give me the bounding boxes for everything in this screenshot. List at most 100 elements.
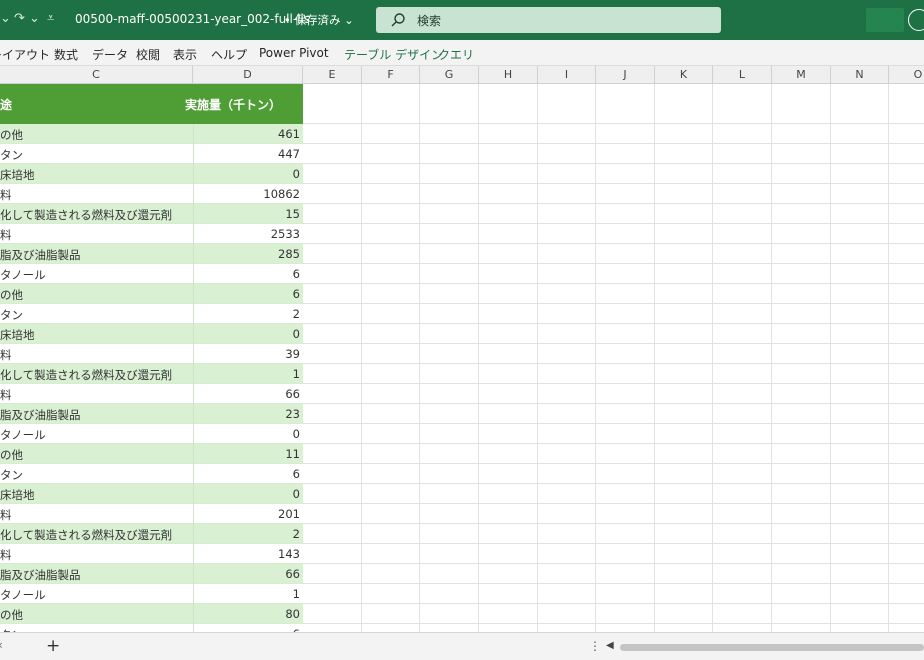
column-header-m[interactable]: M (772, 66, 831, 84)
ribbon-tab[interactable]: ヘルプ (211, 46, 247, 63)
cell-use-category[interactable]: 料 (0, 227, 12, 243)
table-row[interactable]: タン6 (0, 624, 303, 632)
cell-use-category[interactable]: タン (0, 147, 23, 163)
header-cell-d[interactable]: 実施量（千トン） (185, 96, 281, 113)
cell-amount[interactable]: 6 (293, 467, 300, 481)
table-row[interactable]: タノール 1 (0, 584, 303, 604)
table-row[interactable]: タン 447 (0, 144, 303, 164)
cell-use-category[interactable]: タノール (0, 427, 46, 443)
column-header-d[interactable]: D (193, 66, 303, 84)
column-header-n[interactable]: N (831, 66, 889, 84)
ribbon-tab[interactable]: データ (92, 46, 128, 63)
table-row[interactable]: の他 461 (0, 124, 303, 144)
cell-use-category[interactable]: タノール (0, 267, 46, 283)
ribbon-tab[interactable]: Power Pivot (259, 46, 329, 60)
cell-use-category[interactable]: の他 (0, 287, 23, 303)
add-sheet-button[interactable]: + (46, 636, 60, 656)
table-row[interactable]: タノール 6 (0, 264, 303, 284)
cell-amount[interactable]: 2 (293, 527, 300, 541)
cell-amount[interactable]: 66 (285, 567, 300, 581)
cell-amount[interactable]: 2 (293, 307, 300, 321)
cell-amount[interactable]: 0 (293, 487, 300, 501)
table-row[interactable]: の他 11 (0, 444, 303, 464)
cell-use-category[interactable]: 料 (0, 507, 12, 523)
cell-amount[interactable]: 0 (293, 167, 300, 181)
ribbon-tab[interactable]: 校閲 (136, 46, 160, 63)
cell-use-category[interactable]: 化して製造される燃料及び還元剤 (0, 527, 172, 543)
cell-use-category[interactable]: の他 (0, 127, 23, 143)
cell-use-category[interactable]: 脂及び油脂製品 (0, 407, 81, 423)
redo-icon[interactable]: ↷ ⌄ (14, 11, 40, 26)
cell-amount[interactable]: 66 (285, 387, 300, 401)
cell-use-category[interactable]: 化して製造される燃料及び還元剤 (0, 207, 172, 223)
share-button[interactable] (866, 8, 904, 32)
table-row[interactable]: 料 201 (0, 504, 303, 524)
table-row[interactable]: 料 66 (0, 384, 303, 404)
spreadsheet-grid[interactable]: 途 実施量（千トン） の他 461 タン 447 床培地 0 料 10862 化して製造される燃… (0, 84, 924, 632)
table-row[interactable]: タン 2 (0, 304, 303, 324)
cell-use-category[interactable]: 床培地 (0, 487, 35, 503)
column-header-h[interactable]: H (479, 66, 538, 84)
save-status[interactable]: • 保存済み ⌄ (284, 12, 354, 28)
column-header-i[interactable]: I (538, 66, 596, 84)
cell-amount[interactable]: 2533 (271, 227, 300, 241)
cell-amount[interactable]: 11 (285, 447, 300, 461)
cell-amount[interactable]: 1 (293, 367, 300, 381)
cell-use-category[interactable]: 化して製造される燃料及び還元剤 (0, 367, 172, 383)
search-box[interactable]: 検索 (376, 7, 721, 33)
table-row[interactable]: 化して製造される燃料及び還元剤 2 (0, 524, 303, 544)
column-header-c[interactable]: C (0, 66, 193, 84)
cell-amount[interactable]: 461 (278, 127, 300, 141)
cell-use-category[interactable]: 料 (0, 387, 12, 403)
table-row[interactable]: の他 80 (0, 604, 303, 624)
cell-use-category[interactable]: 料 (0, 187, 12, 203)
cell-use-category[interactable]: タノール (0, 587, 46, 603)
ribbon-tab[interactable]: 表示 (173, 46, 197, 63)
cell-amount[interactable]: 0 (293, 427, 300, 441)
ribbon-tab[interactable]: 数式 (54, 46, 78, 63)
table-row[interactable]: 床培地 0 (0, 324, 303, 344)
table-row[interactable]: 料 143 (0, 544, 303, 564)
column-header-o[interactable]: O (889, 66, 924, 84)
table-row[interactable]: タノール 0 (0, 424, 303, 444)
profile-icon[interactable] (908, 9, 924, 31)
cell-amount[interactable]: 6 (293, 287, 300, 301)
cell-use-category[interactable]: の他 (0, 447, 23, 463)
table-row[interactable]: 脂及び油脂製品 285 (0, 244, 303, 264)
ribbon-tab[interactable]: レイアウト (0, 46, 50, 63)
cell-use-category[interactable]: 料 (0, 547, 12, 563)
table-row[interactable]: 料 10862 (0, 184, 303, 204)
cell-amount[interactable]: 39 (285, 347, 300, 361)
table-row[interactable]: 床培地 0 (0, 484, 303, 504)
cell-use-category[interactable]: 脂及び油脂製品 (0, 247, 81, 263)
cell-use-category[interactable]: タン (0, 307, 23, 323)
table-row[interactable]: 床培地 0 (0, 164, 303, 184)
table-row[interactable]: 脂及び油脂製品 66 (0, 564, 303, 584)
cell-use-category[interactable]: 床培地 (0, 327, 35, 343)
cell-amount[interactable]: 143 (278, 547, 300, 561)
cell-amount[interactable]: 80 (285, 607, 300, 621)
column-header-e[interactable]: E (303, 66, 362, 84)
cell-amount[interactable]: 10862 (263, 187, 300, 201)
cell-amount[interactable]: 1 (293, 587, 300, 601)
table-row[interactable]: の他 6 (0, 284, 303, 304)
cell-amount[interactable]: 23 (285, 407, 300, 421)
ribbon-context-tab[interactable]: テーブル デザイン (344, 46, 443, 63)
cell-use-category[interactable]: 脂及び油脂製品 (0, 567, 81, 583)
column-header-g[interactable]: G (420, 66, 479, 84)
cell-amount[interactable]: 6 (293, 267, 300, 281)
cell-amount[interactable]: 15 (285, 207, 300, 221)
table-row[interactable]: 料 2533 (0, 224, 303, 244)
cell-amount[interactable]: 0 (293, 327, 300, 341)
table-row[interactable]: 料 39 (0, 344, 303, 364)
cell-use-category[interactable]: の他 (0, 607, 23, 623)
sheet-scroll-left-icon[interactable]: ‹ (0, 638, 3, 652)
column-header-k[interactable]: K (655, 66, 713, 84)
table-row[interactable]: 化して製造される燃料及び還元剤 1 (0, 364, 303, 384)
table-row[interactable]: 化して製造される燃料及び還元剤 15 (0, 204, 303, 224)
cell-use-category[interactable]: 料 (0, 347, 12, 363)
cell-amount[interactable]: 447 (278, 147, 300, 161)
quick-access-dropdown-icon[interactable]: ⌄ (0, 11, 11, 26)
column-header-f[interactable]: F (362, 66, 420, 84)
column-header-l[interactable]: L (713, 66, 772, 84)
